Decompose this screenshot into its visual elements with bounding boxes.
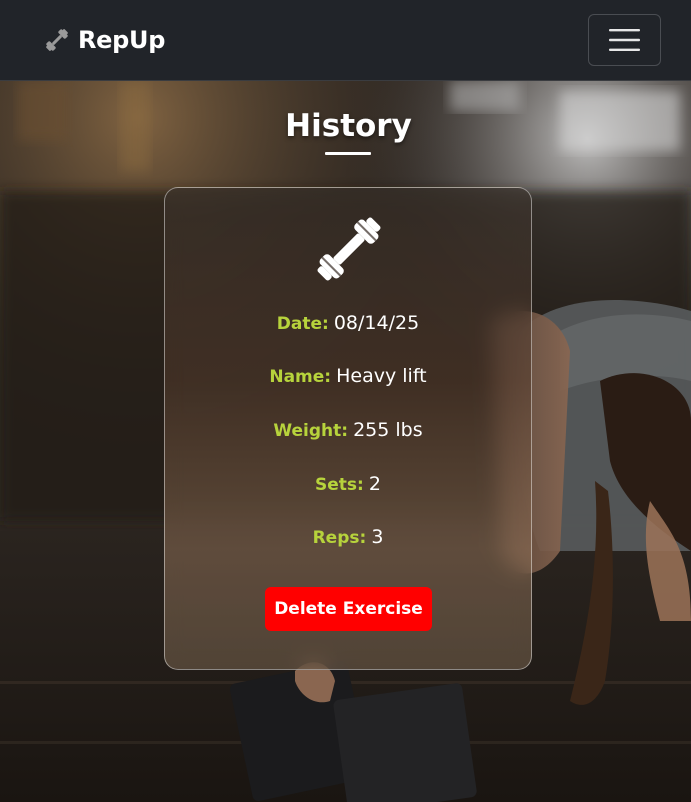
sets-row: Sets: 2 <box>165 473 531 495</box>
weight-value: 255 lbs <box>353 419 423 441</box>
name-row: Name: Heavy lift <box>165 365 531 387</box>
weight-label: Weight: <box>273 421 349 441</box>
title-underline <box>325 152 371 155</box>
name-label: Name: <box>269 367 332 387</box>
exercise-card: Date: 08/14/25 Name: Heavy lift Weight: 255… <box>164 187 532 670</box>
dumbbell-icon <box>317 217 381 281</box>
reps-label: Reps: <box>312 528 367 548</box>
date-label: Date: <box>276 314 329 334</box>
reps-value: 3 <box>371 526 384 548</box>
menu-toggle-button[interactable] <box>588 14 661 66</box>
name-value: Heavy lift <box>336 365 427 387</box>
navbar: RepUp <box>0 0 691 81</box>
dumbbell-icon <box>46 29 68 51</box>
date-row: Date: 08/14/25 <box>165 312 531 334</box>
page: RepUp History Date: 08/14/25 Name: Heavy… <box>0 0 691 802</box>
sets-label: Sets: <box>315 475 364 495</box>
hamburger-menu-icon <box>609 29 640 51</box>
date-value: 08/14/25 <box>333 312 420 334</box>
sets-value: 2 <box>368 473 381 495</box>
brand-name: RepUp <box>78 26 166 54</box>
delete-exercise-button[interactable]: Delete Exercise <box>265 587 432 631</box>
page-title: History <box>285 108 412 144</box>
weight-row: Weight: 255 lbs <box>165 419 531 441</box>
brand-link[interactable]: RepUp <box>44 22 165 58</box>
reps-row: Reps: 3 <box>165 526 531 548</box>
